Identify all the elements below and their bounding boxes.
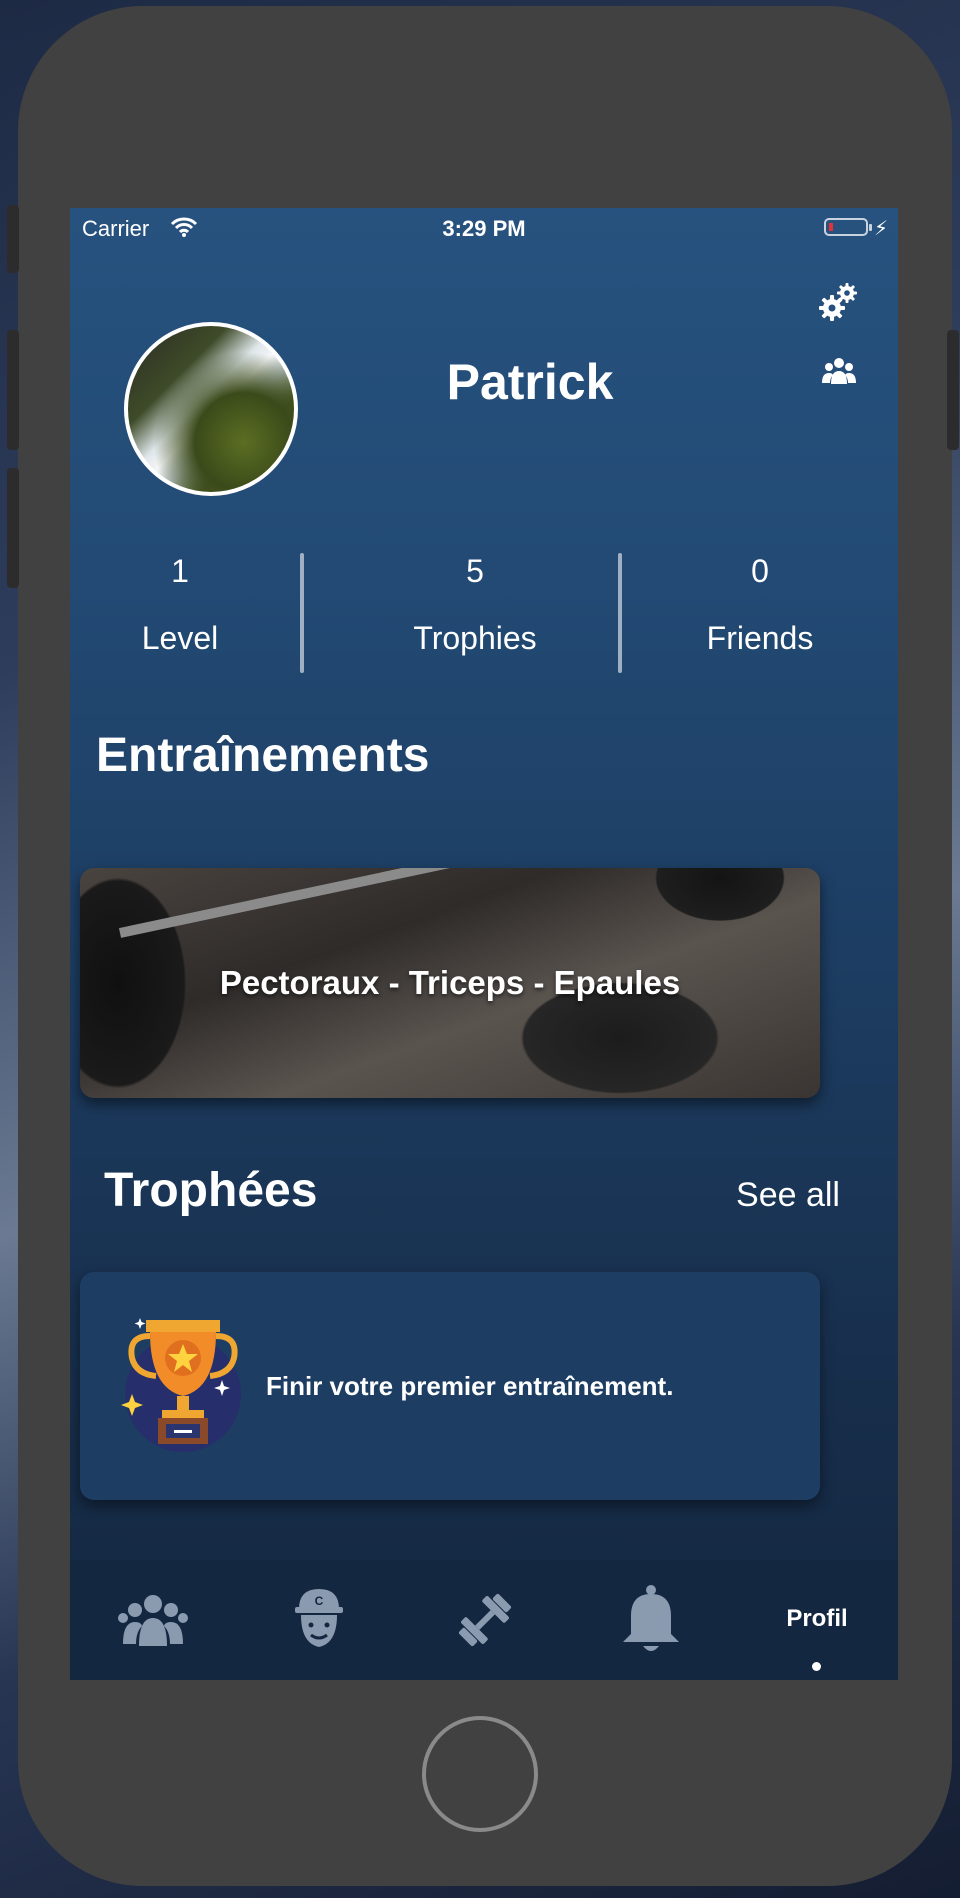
trophies-heading: Trophées: [104, 1164, 318, 1217]
training-card-title: Pectoraux - Triceps - Epaules: [219, 964, 681, 1001]
svg-text:C: C: [315, 1594, 324, 1608]
see-all-link[interactable]: See all: [736, 1176, 840, 1215]
stat-friends-label: Friends: [706, 620, 814, 656]
stat-level: 1 Level: [110, 553, 250, 657]
status-time: 3:29 PM: [442, 216, 526, 241]
tab-notifications[interactable]: [568, 1560, 734, 1680]
coach-icon: C: [295, 1589, 343, 1647]
tab-profile[interactable]: Profil: [734, 1560, 898, 1680]
tab-community[interactable]: [70, 1560, 236, 1680]
charging-icon: ⚡: [873, 218, 888, 240]
mute-switch: [7, 205, 19, 273]
home-button[interactable]: [422, 1716, 538, 1832]
stat-trophies-value: 5: [466, 553, 484, 589]
battery-icon: [824, 218, 872, 236]
dumbbell-icon: [458, 1593, 512, 1647]
tab-workouts[interactable]: [402, 1560, 568, 1680]
stat-level-value: 1: [171, 553, 189, 589]
power-button: [947, 330, 959, 450]
tab-coach[interactable]: C: [236, 1560, 402, 1680]
stat-divider: [300, 553, 304, 673]
trophy-card[interactable]: Finir votre premier entraînement.: [80, 1272, 820, 1500]
stat-trophies-label: Trophies: [413, 620, 537, 656]
bell-icon: [623, 1585, 679, 1651]
stat-friends[interactable]: 0 Friends: [680, 553, 840, 657]
trophy-card-text: Finir votre premier entraînement.: [266, 1370, 674, 1401]
friends-icon[interactable]: [822, 356, 856, 386]
avatar[interactable]: [124, 322, 298, 496]
volume-down-button: [7, 468, 19, 588]
gear-icon[interactable]: [816, 280, 860, 324]
stat-divider: [618, 553, 622, 673]
tab-profile-label: Profil: [786, 1605, 848, 1632]
active-tab-indicator: [812, 1662, 821, 1671]
trophy-icon: [121, 1318, 241, 1452]
status-bar: Carrier 3:29 PM ⚡: [70, 208, 898, 248]
stat-trophies[interactable]: 5 Trophies: [380, 553, 570, 657]
training-card[interactable]: Pectoraux - Triceps - Epaules: [80, 868, 820, 1098]
app-screen: Carrier 3:29 PM ⚡ Patrick 1 Level 5 Trop…: [70, 208, 898, 1680]
tab-bar: C Profil: [70, 1560, 898, 1680]
stat-level-label: Level: [141, 620, 219, 656]
profile-name: Patrick: [446, 354, 614, 410]
stat-friends-value: 0: [751, 553, 769, 589]
community-icon: [118, 1595, 188, 1646]
trainings-heading: Entraînements: [96, 729, 430, 782]
volume-up-button: [7, 330, 19, 450]
